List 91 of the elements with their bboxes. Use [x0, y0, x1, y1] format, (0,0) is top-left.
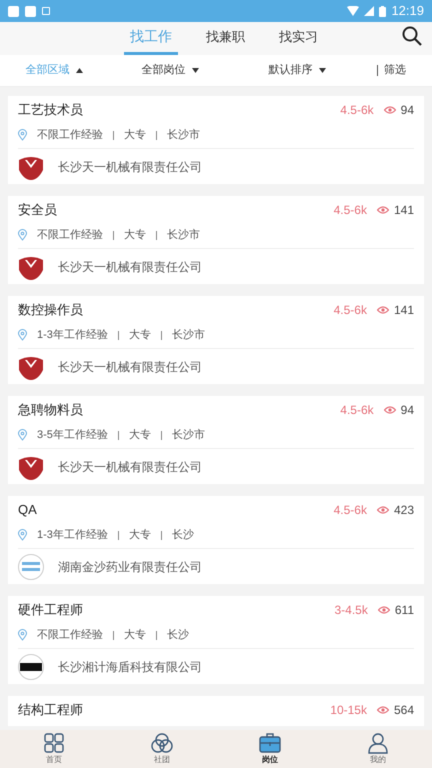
briefcase-icon [259, 732, 281, 754]
job-card[interactable]: 安全员 4.5-6k 141 不限工作经验 大专 长沙市 长沙天一机械有限责任公司 [8, 196, 424, 284]
company-name: 长沙湘计海盾科技有限公司 [58, 658, 202, 676]
job-requirement: 不限工作经验 [37, 228, 103, 243]
salary: 4.5-6k [334, 302, 367, 319]
caret-down-icon [318, 68, 326, 73]
job-requirement: 大专 [124, 128, 146, 143]
notification-icon [8, 6, 19, 16]
view-count: 141 [394, 202, 414, 219]
search-icon[interactable] [402, 26, 422, 46]
company-name: 长沙天一机械有限责任公司 [58, 358, 202, 376]
view-count: 94 [400, 402, 414, 419]
location-pin-icon [18, 429, 27, 441]
eye-icon [376, 206, 389, 214]
job-requirement: 大专 [124, 228, 146, 243]
job-requirement: 长沙 [167, 628, 189, 643]
view-count: 423 [394, 502, 414, 519]
job-requirement: 长沙 [172, 528, 194, 543]
job-title: 结构工程师 [18, 701, 83, 720]
company-name: 长沙天一机械有限责任公司 [58, 158, 202, 176]
person-icon [367, 732, 389, 754]
notification-icon [42, 7, 50, 15]
notification-icon [25, 6, 36, 16]
job-card[interactable]: 数控操作员 4.5-6k 141 1-3年工作经验 大专 长沙市 长沙天一机械有限责任公司 [8, 296, 424, 384]
company-name: 长沙天一机械有限责任公司 [58, 458, 202, 476]
job-requirement: 不限工作经验 [37, 628, 103, 643]
job-requirement: 大专 [128, 428, 151, 443]
nav-tab[interactable]: 社团 [108, 730, 216, 768]
salary: 4.5-6k [334, 202, 367, 219]
job-title: 数控操作员 [18, 301, 83, 320]
job-title: 安全员 [18, 201, 57, 220]
job-requirement: 长沙市 [172, 328, 205, 343]
job-card[interactable]: 硬件工程师 3-4.5k 611 不限工作经验 大专 长沙 长沙湘计海盾科技有限公司 [8, 596, 424, 684]
job-requirement: 长沙市 [167, 228, 200, 243]
nav-tab[interactable]: 岗位 [216, 730, 324, 768]
caret-down-icon [192, 68, 198, 73]
filter-button[interactable]: 筛选 [377, 65, 406, 76]
eye-icon [376, 706, 389, 714]
view-count: 564 [394, 702, 414, 719]
eye-icon [376, 306, 389, 314]
job-requirement: 3-5年工作经验 [37, 428, 108, 443]
nav-tab[interactable]: 我的 [324, 730, 432, 768]
location-pin-icon [18, 329, 27, 341]
job-requirement: 长沙市 [167, 128, 200, 143]
job-card[interactable]: 急聘物料员 4.5-6k 94 3-5年工作经验 大专 长沙市 长沙天一机械有限责任公司 [8, 396, 424, 484]
job-requirement: 1-3年工作经验 [37, 528, 108, 543]
eye-icon [378, 606, 390, 614]
job-requirement: 大专 [124, 628, 146, 643]
job-requirement: 1-3年工作经验 [37, 328, 108, 343]
circles-icon [151, 732, 173, 754]
job-title: 急聘物料员 [18, 401, 83, 420]
job-card[interactable]: 结构工程师 10-15k 564 [8, 696, 424, 726]
battery-icon [379, 6, 386, 16]
job-title: 工艺技术员 [18, 101, 83, 120]
location-pin-icon [18, 229, 27, 241]
tab[interactable]: 找兼职 [200, 26, 251, 55]
location-pin-icon [18, 629, 27, 641]
job-requirement: 大专 [128, 528, 151, 543]
tab[interactable]: 找实习 [273, 26, 324, 55]
wifi-icon [347, 6, 360, 16]
filter-dropdown[interactable]: 全部岗位 [108, 62, 232, 79]
eye-icon [384, 106, 396, 114]
signal-icon [364, 6, 374, 16]
job-title: QA [18, 501, 37, 520]
grid-icon [43, 732, 65, 754]
nav-tab[interactable]: 首页 [0, 730, 108, 768]
salary: 3-4.5k [334, 602, 368, 619]
location-pin-icon [18, 129, 27, 141]
filter-dropdown[interactable]: 默认排序 [232, 62, 362, 79]
view-count: 611 [394, 602, 414, 619]
company-name: 湖南金沙药业有限责任公司 [58, 558, 202, 576]
view-count: 141 [394, 302, 414, 319]
caret-up-icon [76, 68, 82, 73]
eye-icon [384, 406, 396, 414]
job-requirement: 不限工作经验 [37, 128, 103, 143]
job-requirement: 长沙市 [172, 428, 205, 443]
view-count: 94 [400, 102, 414, 119]
salary: 4.5-6k [340, 102, 374, 119]
salary: 4.5-6k [334, 502, 367, 519]
job-card[interactable]: QA 4.5-6k 423 1-3年工作经验 大专 长沙 湖南金沙药业有限责任公司 [8, 496, 424, 584]
company-logo [18, 654, 44, 680]
eye-icon [376, 506, 389, 514]
clock: 12:19 [391, 2, 424, 20]
job-requirement: 大专 [128, 328, 151, 343]
salary: 10-15k [330, 702, 367, 719]
job-title: 硬件工程师 [18, 601, 83, 620]
company-name: 长沙天一机械有限责任公司 [58, 258, 202, 276]
salary: 4.5-6k [340, 402, 374, 419]
job-card[interactable]: 工艺技术员 4.5-6k 94 不限工作经验 大专 长沙市 长沙天一机械有限责任公司 [8, 96, 424, 184]
location-pin-icon [18, 529, 27, 541]
company-logo [18, 554, 44, 580]
